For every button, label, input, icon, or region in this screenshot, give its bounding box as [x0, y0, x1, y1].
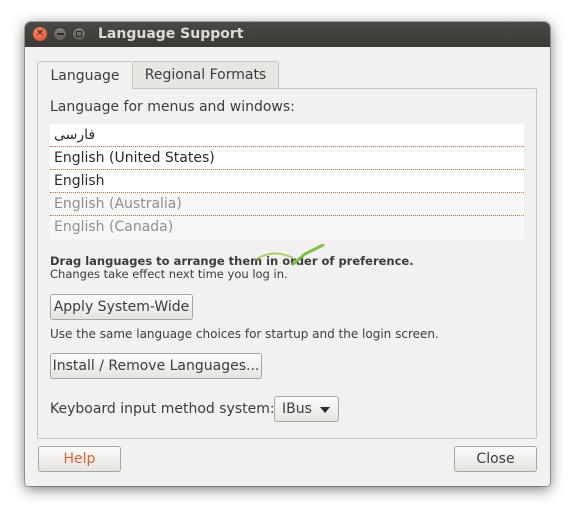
keyboard-input-method-value: IBus	[282, 401, 312, 417]
watermark-logo	[254, 244, 325, 266]
tab-regional-formats[interactable]: Regional Formats	[133, 61, 279, 88]
drag-hint: Drag languages to arrange them in order …	[50, 254, 414, 268]
language-support-window: ✕ Language Support Language Regional For…	[25, 22, 550, 486]
minimize-window-icon[interactable]	[53, 27, 67, 41]
language-item-english-canada[interactable]: English (Canada)	[50, 216, 524, 239]
apply-system-wide-button[interactable]: Apply System-Wide	[50, 294, 193, 320]
title-bar[interactable]: ✕ Language Support	[25, 22, 550, 47]
language-list[interactable]: فارسی English (United States) English En…	[50, 124, 524, 239]
apply-description: Use the same language choices for startu…	[50, 327, 439, 341]
window-title: Language Support	[98, 26, 244, 42]
keyboard-input-method-select[interactable]: IBus	[274, 396, 339, 422]
dropdown-arrow-icon	[320, 407, 330, 413]
help-button[interactable]: Help	[38, 446, 121, 472]
menus-language-label: Language for menus and windows:	[50, 99, 295, 115]
keyboard-input-label: Keyboard input method system:	[50, 401, 275, 417]
tab-language[interactable]: Language	[37, 61, 133, 89]
maximize-window-icon[interactable]	[72, 27, 86, 41]
language-item-english[interactable]: English	[50, 170, 524, 193]
close-window-icon[interactable]: ✕	[33, 27, 47, 41]
install-remove-languages-button[interactable]: Install / Remove Languages...	[50, 353, 262, 379]
language-item-farsi[interactable]: فارسی	[50, 124, 524, 147]
changes-hint: Changes take effect next time you log in…	[50, 267, 288, 281]
close-button[interactable]: Close	[454, 446, 537, 472]
language-item-english-australia[interactable]: English (Australia)	[50, 193, 524, 216]
language-item-english-us[interactable]: English (United States)	[50, 147, 524, 170]
